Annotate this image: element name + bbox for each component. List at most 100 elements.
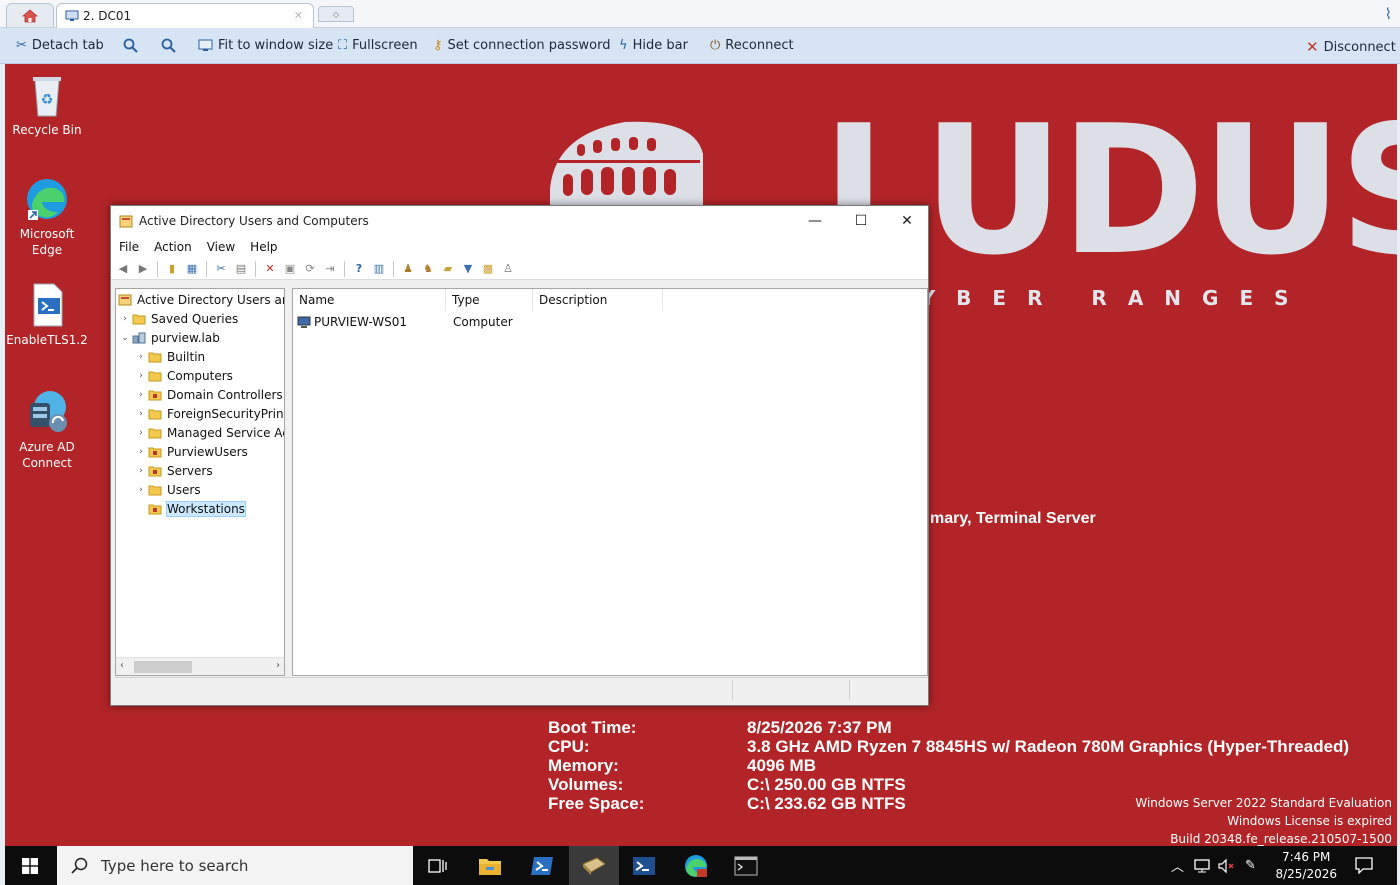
tree-item-servers[interactable]: › Servers	[134, 461, 212, 480]
tree-item-managed-service-accounts[interactable]: › Managed Service Acc	[134, 423, 284, 442]
filter-button[interactable]: ▼	[459, 260, 477, 278]
tree-item-root[interactable]: Active Directory Users and C	[118, 290, 284, 309]
paperclip-icon[interactable]: ⌇	[1385, 5, 1392, 23]
show-action-pane-button[interactable]: ▥	[370, 260, 388, 278]
expand-chevron-icon[interactable]: ›	[134, 352, 148, 362]
tree-horizontal-scrollbar[interactable]: ‹ ›	[116, 657, 284, 675]
tree-item-purviewusers[interactable]: › PurviewUsers	[134, 442, 248, 461]
desktop-icon-azure-ad-connect[interactable]: Azure AD Connect	[5, 389, 89, 471]
start-button[interactable]	[5, 846, 55, 885]
find-button[interactable]: ▩	[479, 260, 497, 278]
set-password-button[interactable]: ⚷ Set connection password	[433, 38, 611, 53]
fullscreen-button[interactable]: ⛶ Fullscreen	[338, 38, 418, 53]
taskbar-search-box[interactable]: Type here to search	[57, 846, 413, 885]
tree-item-builtin[interactable]: › Builtin	[134, 347, 205, 366]
menu-help[interactable]: Help	[242, 240, 284, 254]
edge-icon	[685, 854, 707, 877]
details-list[interactable]: Name Type Description PURVIEW-WS01 Compu…	[292, 288, 928, 676]
refresh-icon: ⟳	[305, 262, 315, 275]
zoom-out-button[interactable]	[161, 38, 176, 53]
show-hidden-icons-button[interactable]: ︿	[1171, 846, 1184, 885]
forward-button[interactable]: ▶	[134, 260, 152, 278]
bginfo-key: Boot Time:	[548, 718, 637, 737]
taskbar-clock[interactable]: 7:46 PM 8/25/2026	[1275, 849, 1337, 883]
reconnect-button[interactable]: ⏻ Reconnect	[710, 38, 794, 53]
taskbar-powershell[interactable]	[517, 846, 567, 885]
pen-workspace-button[interactable]: ✎	[1245, 846, 1256, 885]
remote-desktop[interactable]: LUDUS CYBER RANGES ♻ Recycle Bin Microso…	[5, 64, 1397, 846]
tree-item-domain[interactable]: ⌄ purview.lab	[118, 328, 220, 347]
menu-file[interactable]: File	[111, 240, 146, 254]
bginfo-partial-text: mary, Terminal Server	[930, 510, 1096, 527]
expand-chevron-icon[interactable]: ›	[118, 314, 132, 324]
expand-chevron-icon[interactable]: ›	[134, 485, 148, 495]
tab-dc01[interactable]: 2. DC01 ✕	[56, 3, 314, 28]
properties-button[interactable]: ▣	[281, 260, 299, 278]
taskbar-file-explorer[interactable]	[465, 846, 515, 885]
show-hide-tree-button[interactable]: ▦	[183, 260, 201, 278]
list-row-purview-ws01[interactable]: PURVIEW-WS01 Computer	[297, 313, 540, 331]
expand-chevron-icon[interactable]: ›	[134, 390, 148, 400]
refresh-button[interactable]: ⟳	[301, 260, 319, 278]
task-view-button[interactable]	[413, 846, 463, 885]
taskbar-powershell-ise[interactable]	[619, 846, 669, 885]
back-button[interactable]: ◀	[114, 260, 132, 278]
new-tab-button[interactable]: ◇	[318, 6, 354, 22]
cell-name: PURVIEW-WS01	[314, 315, 408, 329]
desktop-icon-recycle-bin[interactable]: ♻ Recycle Bin	[5, 72, 89, 138]
tree-item-users[interactable]: › Users	[134, 480, 200, 499]
expand-chevron-icon[interactable]: ›	[134, 409, 148, 419]
tree-item-domain-controllers[interactable]: › Domain Controllers	[134, 385, 282, 404]
network-tray-button[interactable]	[1193, 846, 1211, 885]
desktop-icon-enabletls[interactable]: EnableTLS1.2	[5, 282, 89, 348]
detach-tab-button[interactable]: ✂ Detach tab	[16, 38, 104, 53]
taskbar-terminal[interactable]	[721, 846, 771, 885]
tree-item-foreign-security-principals[interactable]: › ForeignSecurityPrincip	[134, 404, 284, 423]
new-user-button[interactable]: ♟	[399, 260, 417, 278]
close-window-button[interactable]: ✕	[884, 206, 930, 236]
scrollbar-thumb[interactable]	[134, 661, 192, 673]
home-tab[interactable]	[6, 3, 54, 27]
close-tab-icon[interactable]: ✕	[294, 9, 303, 22]
cut-button[interactable]: ✂	[212, 260, 230, 278]
taskbar-edge-hyperv[interactable]	[671, 846, 721, 885]
scroll-right-icon[interactable]: ›	[276, 660, 280, 671]
hide-bar-button[interactable]: ϟ Hide bar	[619, 38, 688, 53]
export-list-button[interactable]: ⇥	[321, 260, 339, 278]
minimize-button[interactable]: —	[792, 206, 838, 236]
console-tree[interactable]: Active Directory Users and C › Saved Que…	[115, 288, 285, 676]
bginfo-row: Memory: 4096 MB	[548, 756, 1349, 775]
help-button[interactable]: ?	[350, 260, 368, 278]
notifications-button[interactable]	[1355, 846, 1373, 885]
expand-chevron-icon[interactable]: ›	[134, 428, 148, 438]
zoom-out-icon	[161, 38, 176, 53]
aduc-window[interactable]: Active Directory Users and Computers — ☐…	[110, 205, 929, 706]
tree-item-saved-queries[interactable]: › Saved Queries	[118, 309, 238, 328]
desktop-icon-microsoft-edge[interactable]: Microsoft Edge	[5, 176, 89, 258]
add-to-group-button[interactable]: ♙	[499, 260, 517, 278]
menu-view[interactable]: View	[199, 240, 242, 254]
expand-chevron-icon[interactable]: ›	[134, 466, 148, 476]
column-header-description[interactable]: Description	[533, 289, 663, 311]
tree-item-computers[interactable]: › Computers	[134, 366, 233, 385]
expand-chevron-icon[interactable]: ›	[134, 447, 148, 457]
volume-tray-button[interactable]	[1217, 846, 1235, 885]
new-ou-button[interactable]: ▰	[439, 260, 457, 278]
column-header-type[interactable]: Type	[446, 289, 533, 311]
scroll-left-icon[interactable]: ‹	[120, 660, 124, 671]
maximize-button[interactable]: ☐	[838, 206, 884, 236]
disconnect-button[interactable]: ✕ Disconnect	[1306, 38, 1396, 56]
fit-window-button[interactable]: Fit to window size	[198, 38, 333, 53]
expand-chevron-icon[interactable]: ›	[134, 371, 148, 381]
copy-button[interactable]: ▤	[232, 260, 250, 278]
tree-item-workstations[interactable]: Workstations	[148, 499, 246, 518]
menu-action[interactable]: Action	[146, 240, 199, 254]
collapse-chevron-icon[interactable]: ⌄	[118, 333, 132, 343]
column-header-name[interactable]: Name	[293, 289, 446, 311]
delete-button[interactable]: ✕	[261, 260, 279, 278]
zoom-in-button[interactable]	[123, 38, 138, 53]
new-group-button[interactable]: ♞	[419, 260, 437, 278]
taskbar-aduc[interactable]	[569, 846, 619, 885]
up-level-button[interactable]: ▮	[163, 260, 181, 278]
aduc-taskbar-icon	[582, 856, 606, 875]
